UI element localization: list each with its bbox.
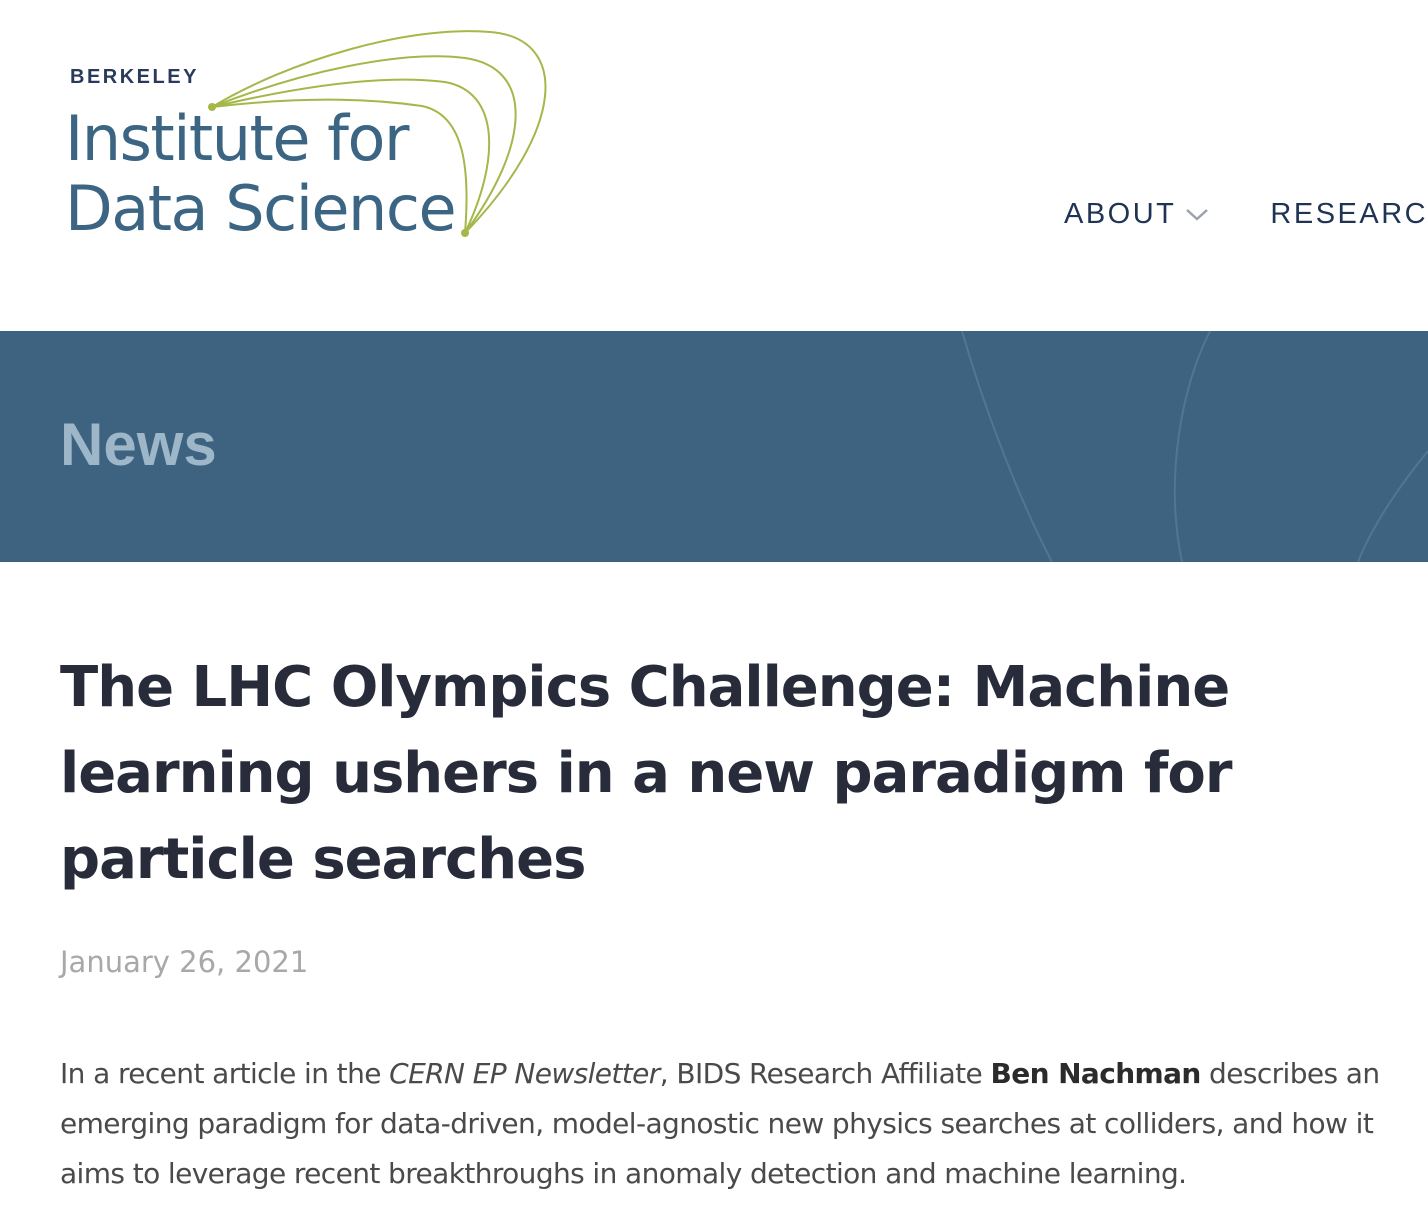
logo-title-line2: Data Science bbox=[65, 172, 457, 245]
person-name: Ben Nachman bbox=[990, 1057, 1201, 1090]
bids-logo[interactable]: BERKELEY Institute for Data Science bbox=[60, 20, 580, 250]
nav-item-about[interactable]: ABOUT bbox=[1064, 198, 1210, 231]
nav-item-research[interactable]: RESEARCH bbox=[1270, 198, 1428, 231]
nav-item-label: RESEARCH bbox=[1270, 198, 1428, 230]
body-text-intro: In a recent article in the bbox=[60, 1057, 390, 1090]
logo-title-line1: Institute for bbox=[65, 102, 409, 175]
article-body: In a recent article in the CERN EP Newsl… bbox=[60, 1049, 1390, 1199]
article-date: January 26, 2021 bbox=[60, 945, 309, 979]
site-header: BERKELEY Institute for Data Science ABOU… bbox=[0, 0, 1428, 331]
chevron-down-icon bbox=[1186, 208, 1209, 221]
article-title: The LHC Olympics Challenge: Machine lear… bbox=[60, 655, 1232, 892]
nav-item-label: ABOUT bbox=[1064, 198, 1177, 230]
page-banner: News bbox=[0, 331, 1428, 562]
publication-name: CERN EP Newsletter bbox=[389, 1057, 660, 1090]
main-nav: ABOUT RESEARCH bbox=[1064, 198, 1428, 231]
body-text-mid: , BIDS Research Affiliate bbox=[659, 1057, 991, 1090]
article: The LHC Olympics Challenge: Machine lear… bbox=[60, 645, 1380, 1190]
logo-org-text: BERKELEY bbox=[70, 66, 199, 88]
page-title: News bbox=[60, 411, 217, 478]
